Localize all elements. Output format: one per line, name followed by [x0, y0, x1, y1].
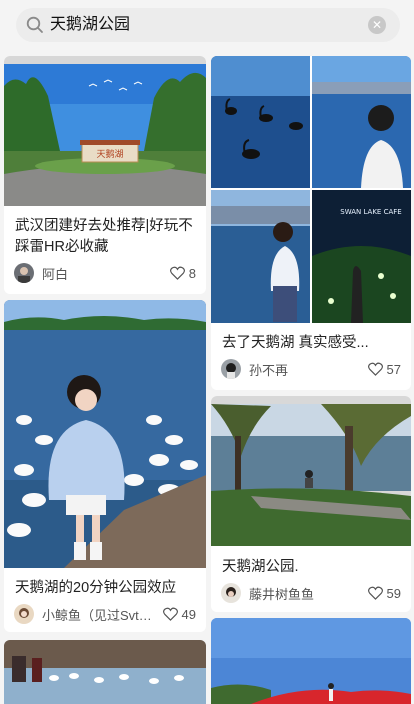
like-button[interactable]: 8: [169, 265, 196, 281]
sign-text: 天鹅湖: [96, 148, 123, 160]
note-title[interactable]: 武汉团建好去处推荐|好玩不踩雷HR必收藏: [15, 216, 198, 258]
note-cover-image[interactable]: [211, 618, 411, 704]
note-card[interactable]: SWAN LAKE CAFE 去了天鹅湖 真实感受... 孙不再 57: [211, 56, 411, 390]
like-button[interactable]: 59: [367, 585, 401, 601]
avatar[interactable]: [221, 583, 241, 603]
note-card[interactable]: 天鹅湖 武汉团建好去处推荐|好玩不踩雷HR必收藏 阿白 8: [4, 56, 206, 294]
note-cover-image[interactable]: 天鹅湖: [4, 56, 206, 206]
like-button[interactable]: 57: [367, 361, 401, 377]
like-button[interactable]: 49: [162, 606, 196, 622]
note-card[interactable]: 天鹅湖公园. 藤井树鱼鱼 59: [211, 396, 411, 612]
author-name[interactable]: 藤井树鱼鱼: [249, 584, 368, 603]
like-count: 59: [386, 585, 401, 601]
note-meta: 小鲸鱼（见过Svt版... 49: [14, 603, 196, 625]
avatar[interactable]: [14, 604, 34, 624]
note-meta: 阿白 8: [14, 262, 196, 284]
note-meta: 孙不再 57: [221, 358, 401, 380]
note-card[interactable]: [4, 640, 206, 704]
note-card[interactable]: 天鹅湖的20分钟公园效应 小鲸鱼（见过Svt版... 49: [4, 300, 206, 632]
avatar[interactable]: [221, 359, 241, 379]
note-cover-image[interactable]: [4, 300, 206, 568]
search-icon: [26, 16, 43, 33]
note-title[interactable]: 天鹅湖的20分钟公园效应: [15, 578, 198, 599]
note-cover-image[interactable]: [4, 640, 206, 704]
avatar[interactable]: [14, 263, 34, 283]
author-name[interactable]: 孙不再: [249, 360, 368, 379]
note-title[interactable]: 去了天鹅湖 真实感受...: [222, 333, 403, 354]
note-meta: 藤井树鱼鱼 59: [221, 582, 401, 604]
heart-icon: [162, 607, 178, 621]
search-header: 天鹅湖公园 ✕: [0, 0, 414, 52]
note-card[interactable]: [211, 618, 411, 704]
author-name[interactable]: 阿白: [42, 264, 170, 283]
heart-icon: [367, 586, 383, 600]
search-bar[interactable]: 天鹅湖公园 ✕: [16, 8, 400, 42]
search-input[interactable]: 天鹅湖公园: [50, 15, 130, 35]
like-count: 57: [386, 361, 401, 377]
note-cover-image[interactable]: [211, 396, 411, 546]
heart-icon: [169, 266, 185, 280]
author-name[interactable]: 小鲸鱼（见过Svt版...: [42, 605, 163, 624]
like-count: 49: [181, 606, 196, 622]
clear-icon[interactable]: ✕: [368, 16, 386, 34]
note-cover-image[interactable]: SWAN LAKE CAFE: [211, 56, 411, 323]
search-results-page: 天鹅湖公园 ✕ 天鹅湖 武汉团建好去处推荐|好玩不踩雷HR必收藏 阿白 8 SW…: [0, 0, 414, 704]
cafe-sign-text: SWAN LAKE CAFE: [340, 208, 401, 216]
like-count: 8: [188, 265, 196, 281]
heart-icon: [367, 362, 383, 376]
note-title[interactable]: 天鹅湖公园.: [222, 557, 403, 578]
